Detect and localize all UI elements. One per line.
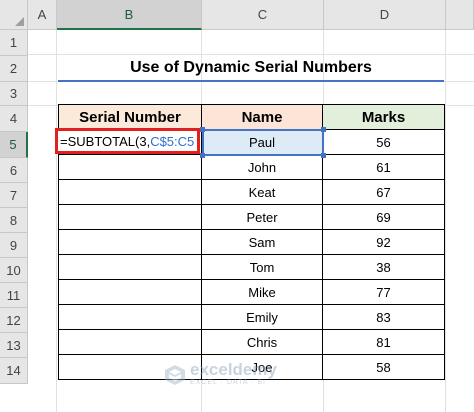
active-cell-formula-editor[interactable]: =SUBTOTAL(3, C$5:C5 bbox=[55, 128, 200, 154]
cell-name[interactable]: Sam bbox=[201, 229, 323, 255]
cell-marks[interactable]: 92 bbox=[322, 229, 445, 255]
row-header-5[interactable]: 5 bbox=[0, 132, 28, 158]
cell-marks[interactable]: 81 bbox=[322, 329, 445, 355]
column-header-c[interactable]: C bbox=[202, 0, 324, 30]
cell-serial[interactable] bbox=[58, 329, 202, 355]
cell-marks[interactable]: 69 bbox=[322, 204, 445, 230]
gridline bbox=[445, 30, 446, 412]
cell-serial[interactable] bbox=[58, 204, 202, 230]
header-marks[interactable]: Marks bbox=[322, 104, 445, 130]
row-header-11[interactable]: 11 bbox=[0, 283, 28, 308]
page-title[interactable]: Use of Dynamic Serial Numbers bbox=[58, 56, 444, 82]
table-row: Chris 81 bbox=[58, 329, 445, 355]
cell-marks[interactable]: 61 bbox=[322, 154, 445, 180]
select-all-icon bbox=[15, 17, 24, 26]
gridline bbox=[28, 54, 474, 55]
header-serial-number[interactable]: Serial Number bbox=[58, 104, 202, 130]
table-row: Mike 77 bbox=[58, 279, 445, 305]
column-header-d[interactable]: D bbox=[324, 0, 446, 30]
watermark: exceldemy EXCEL · DATA · BI bbox=[164, 360, 277, 387]
select-all-corner[interactable] bbox=[0, 0, 28, 30]
cell-name[interactable]: Mike bbox=[201, 279, 323, 305]
cell-name[interactable]: Chris bbox=[201, 329, 323, 355]
cell-marks[interactable]: 56 bbox=[322, 129, 445, 155]
cell-serial[interactable] bbox=[58, 279, 202, 305]
table-header-row: Serial Number Name Marks bbox=[58, 104, 445, 130]
header-name[interactable]: Name bbox=[201, 104, 323, 130]
watermark-tagline: EXCEL · DATA · BI bbox=[190, 379, 266, 386]
row-header-7[interactable]: 7 bbox=[0, 183, 28, 208]
row-header-12[interactable]: 12 bbox=[0, 308, 28, 333]
row-header-3[interactable]: 3 bbox=[0, 82, 28, 106]
cell-serial[interactable] bbox=[58, 254, 202, 280]
cell-name[interactable]: John bbox=[201, 154, 323, 180]
row-header-2[interactable]: 2 bbox=[0, 56, 28, 82]
table-row: Peter 69 bbox=[58, 204, 445, 230]
cell-marks[interactable]: 38 bbox=[322, 254, 445, 280]
row-header-1[interactable]: 1 bbox=[0, 30, 28, 56]
cell-serial[interactable] bbox=[58, 304, 202, 330]
row-header-6[interactable]: 6 bbox=[0, 158, 28, 183]
row-header-9[interactable]: 9 bbox=[0, 233, 28, 258]
table-row: Tom 38 bbox=[58, 254, 445, 280]
row-header-4[interactable]: 4 bbox=[0, 106, 28, 132]
cell-name[interactable]: Emily bbox=[201, 304, 323, 330]
cell-serial[interactable] bbox=[58, 154, 202, 180]
cell-marks[interactable]: 67 bbox=[322, 179, 445, 205]
watermark-name: exceldemy bbox=[190, 360, 277, 379]
column-header-b[interactable]: B bbox=[57, 0, 202, 30]
row-header-14[interactable]: 14 bbox=[0, 358, 28, 384]
cell-marks[interactable]: 58 bbox=[322, 354, 445, 380]
spreadsheet: A B C D 1 2 3 4 5 6 7 8 9 10 11 12 13 14… bbox=[0, 0, 474, 412]
cell-marks[interactable]: 77 bbox=[322, 279, 445, 305]
column-header-e[interactable] bbox=[446, 0, 474, 30]
watermark-text: exceldemy EXCEL · DATA · BI bbox=[190, 360, 277, 387]
table-row: Emily 83 bbox=[58, 304, 445, 330]
cell-serial[interactable] bbox=[58, 229, 202, 255]
cell-serial[interactable] bbox=[58, 179, 202, 205]
table-row: Sam 92 bbox=[58, 229, 445, 255]
row-header-13[interactable]: 13 bbox=[0, 333, 28, 358]
row-header-10[interactable]: 10 bbox=[0, 258, 28, 283]
table-row: John 61 bbox=[58, 154, 445, 180]
gridline bbox=[56, 30, 57, 412]
cell-name[interactable]: Peter bbox=[201, 204, 323, 230]
exceldemy-logo-icon bbox=[165, 364, 185, 385]
row-header-8[interactable]: 8 bbox=[0, 208, 28, 233]
column-header-a[interactable]: A bbox=[28, 0, 57, 30]
cell-name[interactable]: Paul bbox=[201, 129, 323, 155]
formula-prefix: =SUBTOTAL(3, bbox=[60, 133, 151, 149]
formula-range-ref: C$5:C5 bbox=[150, 133, 195, 149]
cell-marks[interactable]: 83 bbox=[322, 304, 445, 330]
cell-name[interactable]: Keat bbox=[201, 179, 323, 205]
table-row: Keat 67 bbox=[58, 179, 445, 205]
cell-name[interactable]: Tom bbox=[201, 254, 323, 280]
